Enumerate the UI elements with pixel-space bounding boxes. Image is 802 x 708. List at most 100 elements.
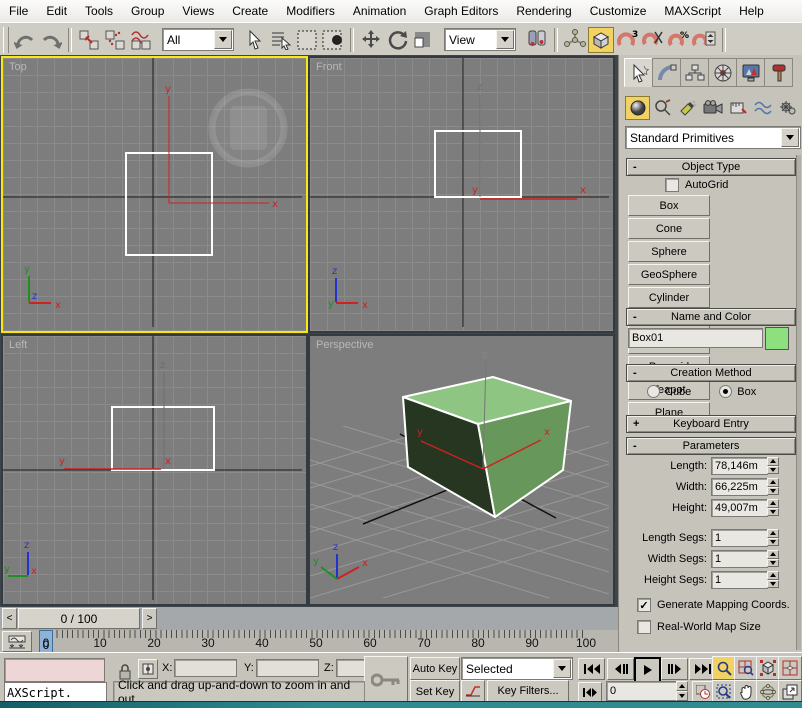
key-filters-button[interactable]: Key Filters...	[487, 680, 569, 702]
tab-modify[interactable]	[652, 58, 681, 87]
menu-item[interactable]: Group	[122, 1, 173, 21]
tab-hierarchy[interactable]	[680, 58, 709, 87]
dropdown-arrow-icon[interactable]	[496, 30, 514, 49]
tab-motion[interactable]	[708, 58, 737, 87]
spinner-snap-toggle-icon[interactable]	[692, 27, 718, 53]
viewport-perspective[interactable]: y x z z x y Perspective	[308, 334, 615, 606]
parameter-spinner[interactable]	[767, 457, 779, 474]
select-and-scale-icon[interactable]	[410, 27, 436, 53]
toolbar-grip[interactable]	[3, 27, 9, 53]
tab-create[interactable]	[624, 58, 653, 87]
checkbox-box[interactable]: ✓	[637, 598, 651, 612]
parameter-field[interactable]: 1	[711, 529, 768, 547]
parameter-field[interactable]: 66,225m	[711, 478, 768, 496]
radio-circle[interactable]	[647, 385, 660, 398]
subtab-systems[interactable]	[775, 96, 800, 120]
menu-item[interactable]: Edit	[37, 1, 76, 21]
viewport-top[interactable]: y x y z x Top	[1, 56, 308, 333]
tab-utilities[interactable]	[764, 58, 793, 87]
use-pivot-point-center-icon[interactable]	[524, 27, 550, 53]
subtab-geometry[interactable]	[625, 96, 650, 120]
parameter-checkbox[interactable]: ✓ Generate Mapping Coords.	[637, 598, 801, 612]
select-object-icon[interactable]	[242, 27, 268, 53]
rollout-object-type[interactable]: - Object Type	[626, 158, 796, 176]
play-button[interactable]	[634, 657, 661, 683]
parameter-spinner[interactable]	[767, 478, 779, 495]
viewport-label[interactable]: Left	[9, 339, 27, 351]
creation-method-radio[interactable]: Box	[719, 385, 756, 398]
snaps-toggle-icon[interactable]	[588, 27, 614, 53]
menu-item[interactable]: Views	[173, 1, 223, 21]
object-color-swatch[interactable]	[765, 327, 789, 350]
viewport-label[interactable]: Front	[316, 61, 342, 73]
tab-display[interactable]	[736, 58, 765, 87]
window-crossing-icon[interactable]	[320, 27, 346, 53]
parameter-spinner[interactable]	[767, 550, 779, 567]
menu-item[interactable]: Create	[223, 1, 277, 21]
subtab-lights[interactable]	[675, 96, 700, 120]
parameter-spinner[interactable]	[767, 499, 779, 516]
key-mode-toggle-icon[interactable]	[578, 682, 602, 702]
subtab-helpers[interactable]	[725, 96, 750, 120]
parameter-field[interactable]: 1	[711, 571, 768, 589]
rollout-collapse-icon[interactable]: -	[633, 161, 637, 173]
rollout-collapse-icon[interactable]: -	[633, 440, 637, 452]
zoom-button[interactable]	[712, 656, 736, 680]
track-bar-ruler[interactable]: 0 0102030405060708090100	[36, 630, 596, 652]
redo-icon[interactable]	[38, 27, 64, 53]
select-and-move-icon[interactable]	[358, 27, 384, 53]
menu-item[interactable]: Modifiers	[277, 1, 344, 21]
bind-to-space-warp-icon[interactable]	[128, 27, 154, 53]
default-tangent-icon[interactable]	[461, 680, 485, 702]
current-frame-field[interactable]: 0	[606, 681, 677, 701]
dropdown-arrow-icon[interactable]	[781, 128, 799, 147]
viewport-label[interactable]: Top	[9, 61, 27, 73]
track-bar[interactable]: 0 0102030405060708090100	[0, 630, 618, 653]
angle-snap-angle-icon[interactable]	[640, 27, 666, 53]
primitive-category-dropdown[interactable]: Standard Primitives	[625, 126, 801, 149]
rollout-keyboard-entry[interactable]: + Keyboard Entry	[626, 415, 796, 433]
parameter-checkbox[interactable]: Real-World Map Size	[637, 620, 801, 634]
parameter-spinner[interactable]	[767, 571, 779, 588]
menu-item[interactable]: Rendering	[507, 1, 580, 21]
menu-item[interactable]: Customize	[581, 1, 656, 21]
primitive-button[interactable]: Cylinder	[628, 287, 710, 308]
reference-coordinate-dropdown[interactable]: View	[444, 28, 516, 51]
primitive-button[interactable]: Sphere	[628, 241, 710, 262]
rollout-collapse-icon[interactable]: -	[633, 367, 637, 379]
absolute-mode-toggle-icon[interactable]	[138, 659, 158, 679]
select-and-manipulate-icon[interactable]	[562, 27, 588, 53]
parameter-spinner[interactable]	[767, 529, 779, 546]
select-and-link-icon[interactable]	[76, 27, 102, 53]
menu-item[interactable]: File	[0, 1, 37, 21]
rollout-parameters[interactable]: - Parameters	[626, 437, 796, 455]
zoom-extents-all-button[interactable]	[778, 656, 802, 680]
rollout-collapse-icon[interactable]: -	[633, 311, 637, 323]
rollout-collapse-icon[interactable]: +	[633, 418, 639, 430]
viewport-front[interactable]: z y x z y x Front	[308, 56, 615, 333]
set-key-button[interactable]: Set Key	[410, 680, 460, 703]
time-slider[interactable]: 0 / 100	[18, 608, 140, 629]
subtab-cameras[interactable]	[700, 96, 725, 120]
undo-icon[interactable]	[12, 27, 38, 53]
autogrid-checkbox[interactable]: AutoGrid	[665, 178, 728, 192]
set-key-big-button[interactable]	[364, 656, 408, 704]
frame-spinner[interactable]	[676, 681, 688, 701]
rollout-creation-method[interactable]: - Creation Method	[626, 364, 796, 382]
checkbox-box[interactable]	[637, 620, 651, 634]
auto-key-button[interactable]: Auto Key	[410, 657, 460, 680]
parameter-field[interactable]: 49,007m	[711, 499, 768, 517]
zoom-extents-button[interactable]	[756, 656, 780, 680]
zoom-all-button[interactable]	[734, 656, 758, 680]
selection-filter-dropdown[interactable]: All	[162, 28, 234, 51]
rollout-name-and-color[interactable]: - Name and Color	[626, 308, 796, 326]
x-coord-field[interactable]	[174, 659, 237, 677]
menu-item[interactable]: Tools	[76, 1, 122, 21]
object-name-field[interactable]: Box01	[628, 328, 763, 348]
unlink-icon[interactable]	[102, 27, 128, 53]
maxscript-mini-listener-macro[interactable]	[4, 658, 105, 682]
parameter-field[interactable]: 1	[711, 550, 768, 568]
select-by-name-icon[interactable]	[268, 27, 294, 53]
previous-frame-button[interactable]	[607, 658, 634, 680]
rectangular-selection-region-icon[interactable]	[294, 27, 320, 53]
